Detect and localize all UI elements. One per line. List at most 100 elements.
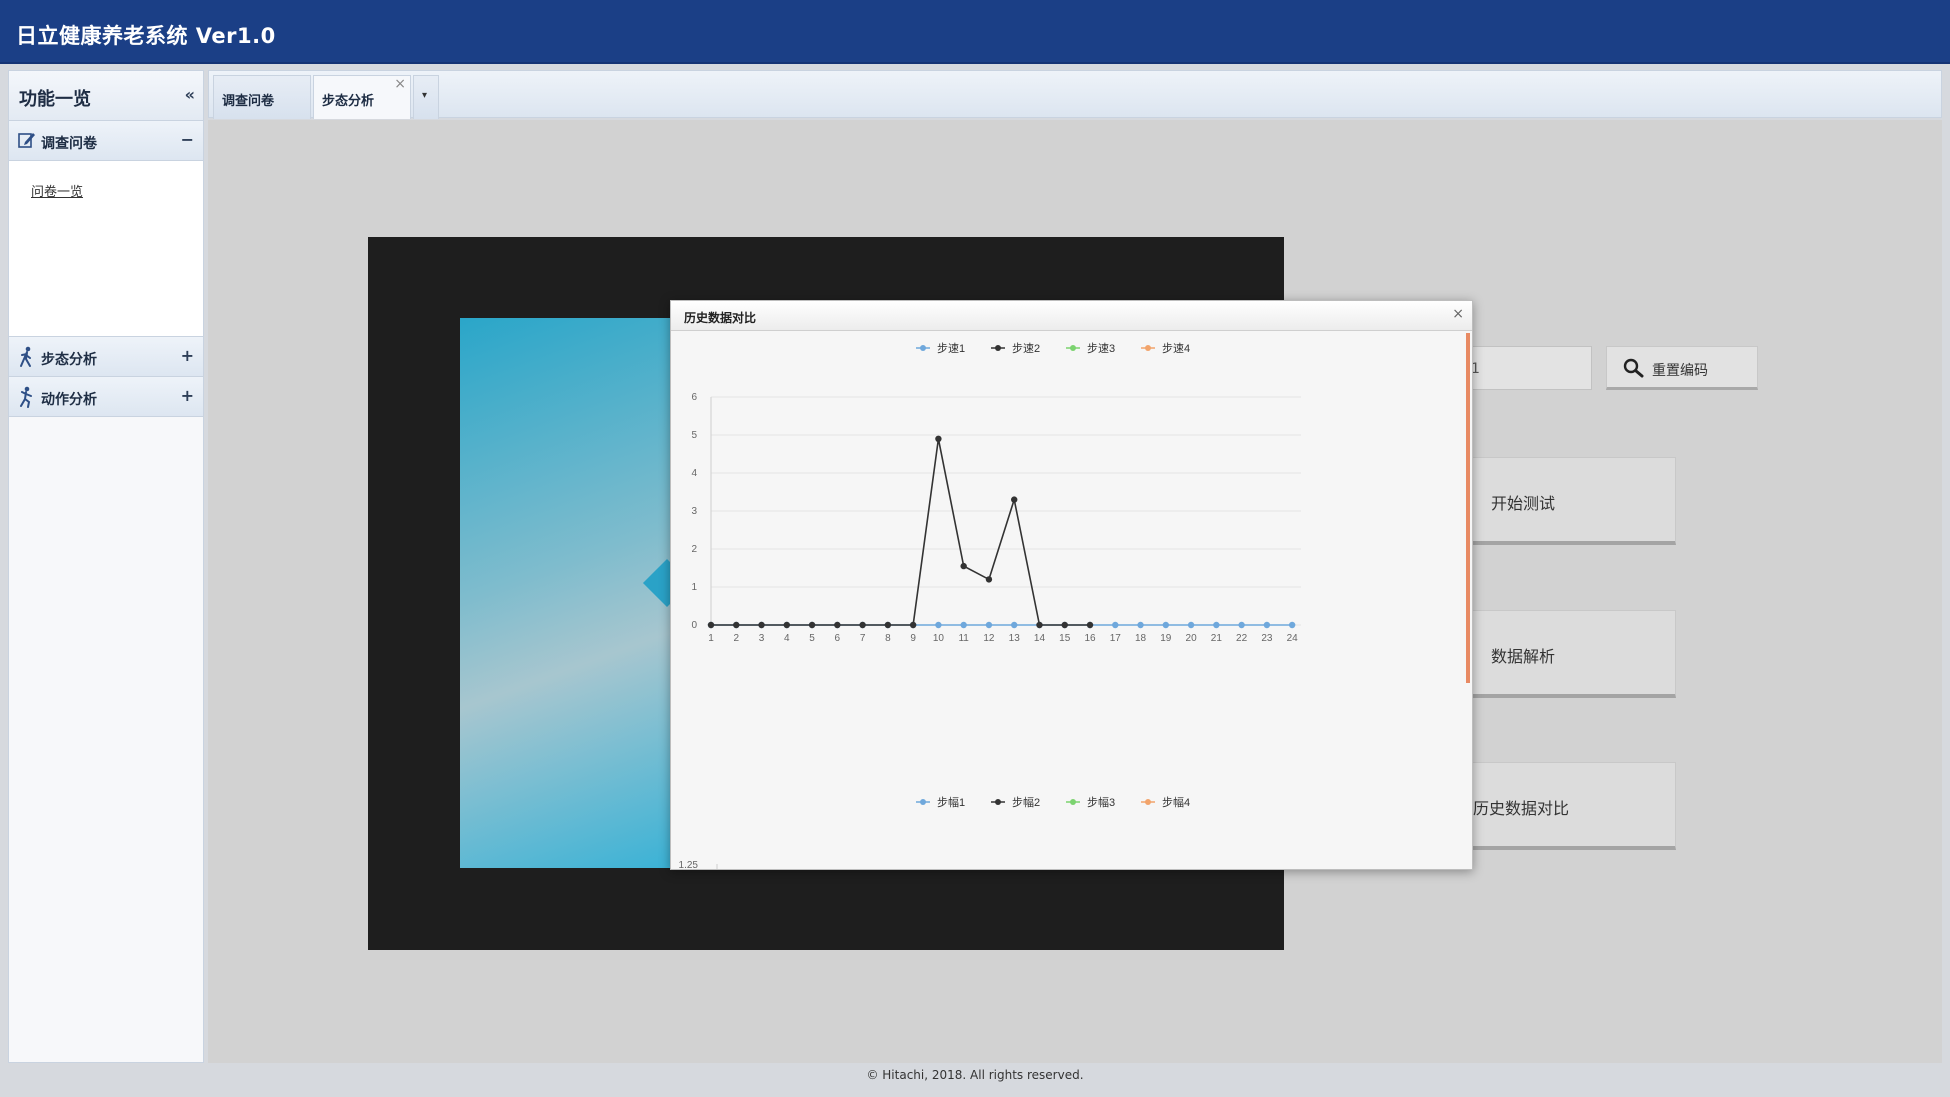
data-point [1187,621,1195,629]
x-tick-label: 19 [1160,633,1172,644]
y-tick-label: 2 [691,544,697,555]
sidebar-section-label: 步态分析 [41,352,97,368]
tab-label: 调查问卷 [222,94,275,109]
dialog-header: 历史数据对比 × [671,301,1472,331]
section-expand-toggle[interactable]: + [181,386,194,405]
data-analysis-button[interactable]: 数据解析 [1462,610,1676,698]
legend-label: 步速2 [1012,342,1040,355]
sidebar-section-survey-body: 问卷一览 [9,161,203,337]
y-tick-label: 4 [691,468,697,479]
legend-swatch-marker [1145,799,1151,805]
reset-code-button[interactable]: 重置编码 [1606,346,1758,390]
data-point [884,621,892,629]
y-tick-label: 1.25 [679,860,699,870]
y-tick-label: 0 [691,620,697,631]
sidebar-item-survey-list[interactable]: 问卷一览 [31,181,83,200]
data-point [1288,621,1296,629]
x-tick-label: 23 [1261,633,1273,644]
legend-label: 步速3 [1087,342,1115,355]
x-tick-label: 5 [809,633,815,644]
sidebar-section-survey[interactable]: 调查问卷 − [9,121,203,161]
y-tick-label: 1 [691,582,697,593]
data-point [834,621,841,629]
dialog-scrollbar[interactable] [1466,333,1470,683]
x-tick-label: 14 [1034,633,1046,644]
data-point [909,621,917,629]
data-point [758,621,765,629]
data-point [783,621,791,629]
data-point [1162,621,1170,629]
search-icon [1623,358,1645,382]
sidebar-collapse-button[interactable]: « [185,85,195,104]
legend-swatch-marker [920,799,926,805]
x-tick-label: 17 [1110,633,1122,644]
x-tick-label: 16 [1084,633,1096,644]
running-icon [17,386,37,408]
x-tick-label: 24 [1287,633,1299,644]
x-tick-label: 21 [1211,633,1223,644]
x-tick-label: 15 [1059,633,1071,644]
x-tick-label: 12 [983,633,995,644]
sidebar-section-motion[interactable]: 动作分析 + [9,377,203,417]
tab-bar: 调查问卷 步态分析 × ▾ [208,70,1942,119]
section-expand-toggle[interactable]: + [181,346,194,365]
sidebar-section-label: 动作分析 [41,392,97,408]
data-point [960,562,967,570]
data-point [1011,496,1018,503]
x-tick-label: 7 [860,633,866,644]
data-point [1011,621,1018,629]
data-point [1213,621,1220,629]
tab-dropdown-button[interactable]: ▾ [413,75,439,119]
data-point [1086,621,1094,629]
tab-gait-analysis[interactable]: 步态分析 × [313,75,411,119]
x-tick-label: 20 [1186,633,1198,644]
reset-code-label: 重置编码 [1652,363,1708,379]
x-tick-label: 9 [910,633,916,644]
legend-swatch-marker [995,345,1001,351]
data-point [1112,621,1119,629]
legend-label: 步幅2 [1012,796,1040,809]
close-icon[interactable]: × [1452,306,1464,322]
y-tick-label: 3 [691,506,697,517]
data-point [985,576,993,583]
legend-swatch-marker [1070,799,1076,805]
legend-label: 步幅3 [1087,796,1115,809]
x-tick-label: 13 [1009,633,1021,644]
legend-label: 步速4 [1162,342,1190,355]
button-label: 开始测试 [1491,494,1556,513]
legend-label: 步速1 [937,342,965,355]
history-compare-button[interactable]: 历史数据对比 [1462,762,1676,850]
data-point [935,435,942,442]
sidebar-title: 功能一览 [19,89,91,110]
start-test-button[interactable]: 开始测试 [1462,457,1676,545]
x-tick-label: 22 [1236,633,1248,644]
button-label: 历史数据对比 [1473,799,1570,818]
legend-swatch-marker [1145,345,1151,351]
legend-label: 步幅4 [1162,796,1190,809]
legend-swatch-marker [920,345,926,351]
dialog-title: 历史数据对比 [684,311,757,325]
button-label: 数据解析 [1491,647,1556,666]
data-point [960,621,967,629]
section-collapse-toggle[interactable]: − [181,130,194,149]
y-tick-label: 6 [691,392,697,403]
x-tick-label: 11 [958,633,969,644]
footer-copyright: © Hitachi, 2018. All rights reserved. [866,1068,1084,1082]
top-header-bar: 日立健康养老系统 Ver1.0 [0,0,1950,64]
stride-chart: 步幅1 步幅2 步幅3 步幅4 1.25 [679,796,1190,870]
tab-label: 步态分析 [322,94,375,109]
x-tick-label: 2 [733,633,739,644]
data-point [935,621,942,629]
x-tick-label: 3 [759,633,765,644]
tab-survey[interactable]: 调查问卷 [213,75,311,119]
video-preview-image [460,318,682,868]
data-point [707,621,715,629]
x-tick-label: 4 [784,633,790,644]
code-input[interactable]: 1 [1462,346,1592,390]
data-point [808,621,816,629]
sidebar-section-label: 调查问卷 [41,136,97,152]
sidebar-section-gait[interactable]: 步态分析 + [9,337,203,377]
y-tick-label: 5 [691,430,697,441]
tab-close-icon[interactable]: × [394,76,406,92]
app-title: 日立健康养老系统 Ver1.0 [16,24,276,48]
